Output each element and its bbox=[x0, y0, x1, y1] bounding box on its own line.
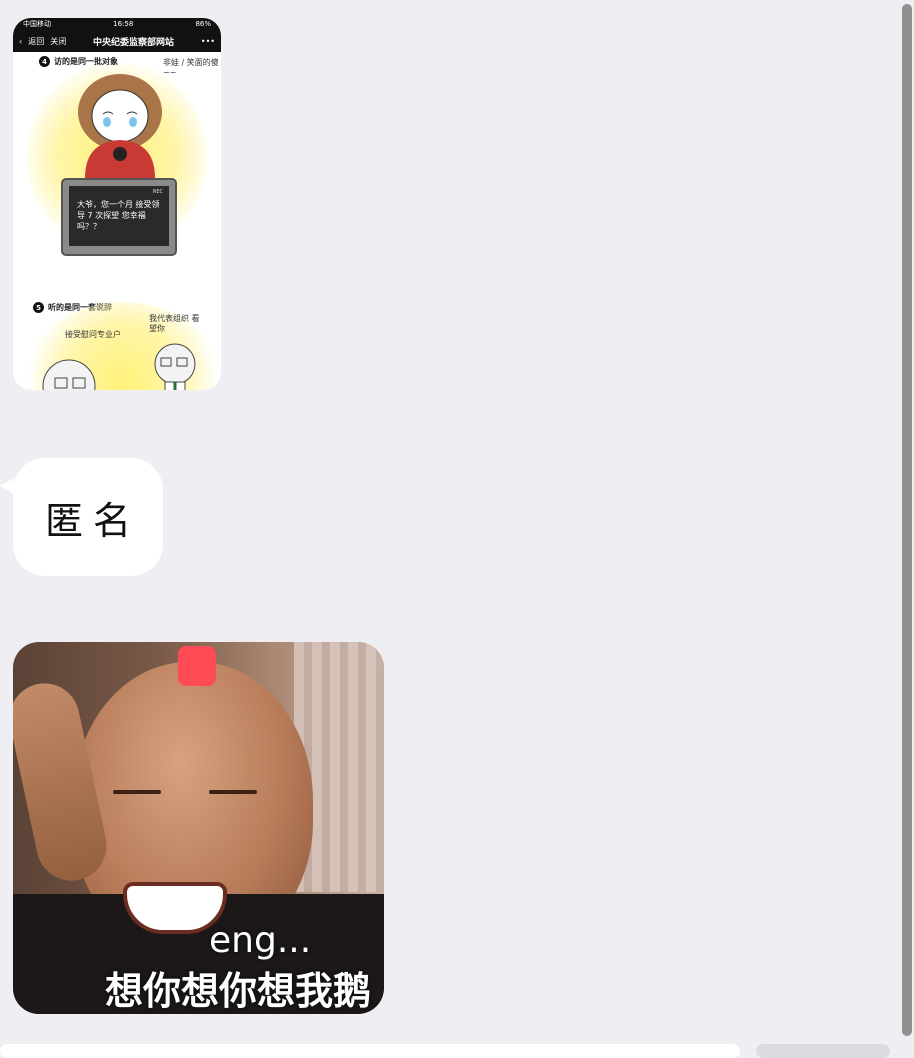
section-4-number: 4 bbox=[39, 56, 50, 67]
section-5-number: 5 bbox=[33, 302, 44, 313]
meme-caption-en: eng... bbox=[209, 920, 312, 961]
meme-eye-right bbox=[209, 790, 257, 794]
tv-caption: 大爷，您一个月 接受领导 7 次探望 您幸福吗？？ bbox=[77, 200, 160, 231]
scrollbar-track[interactable] bbox=[898, 0, 914, 1056]
tv-rec-label: REC bbox=[152, 189, 163, 195]
phone-status-bar: 中国移动 16:58 86% bbox=[13, 18, 221, 30]
phone-comic-body: 4 访的是同一批对象 非娃 / 笑面的傻~~ REC 大爷，您一个月 接受领导 … bbox=[13, 52, 221, 390]
phone-carrier: 中国移动 bbox=[23, 20, 51, 28]
meme-eye-left bbox=[113, 790, 161, 794]
section-5-note-right: 我代表组织 看望你 bbox=[149, 314, 200, 333]
image-message-phone-screenshot[interactable]: 中国移动 16:58 86% ‹ 返回 关闭 中央纪委监察部网站 ••• 4 访… bbox=[13, 18, 221, 390]
scrollbar-thumb[interactable] bbox=[902, 4, 912, 1036]
phone-close-label: 关闭 bbox=[50, 36, 67, 46]
chat-area: 中国移动 16:58 86% ‹ 返回 关闭 中央纪委监察部网站 ••• 4 访… bbox=[0, 0, 898, 1058]
section-4-title: 访的是同一批对象 bbox=[54, 57, 118, 66]
phone-nav-bar: ‹ 返回 关闭 中央纪委监察部网站 ••• bbox=[13, 30, 221, 52]
heart-icon bbox=[178, 646, 216, 686]
comic-tv-screen: REC 大爷，您一个月 接受领导 7 次探望 您幸福吗？？ bbox=[69, 186, 169, 246]
phone-back-label: 返回 bbox=[28, 36, 45, 46]
text-message-bubble[interactable]: 匿名 bbox=[13, 458, 163, 576]
officials-illustration bbox=[42, 343, 196, 390]
section-5-note-left: 接受慰问专业户 bbox=[65, 330, 121, 339]
image-message-meme[interactable]: eng... 想你想你想我鹅 bbox=[13, 642, 384, 1014]
grandma-illustration bbox=[78, 74, 162, 178]
text-message-content: 匿名 bbox=[44, 498, 141, 543]
comic-section-4: 4 访的是同一批对象 bbox=[39, 56, 118, 67]
bubble-tail bbox=[0, 478, 14, 494]
phone-nav-title: 中央纪委监察部网站 bbox=[93, 37, 175, 48]
phone-more-icon: ••• bbox=[200, 36, 215, 46]
phone-time: 16:58 bbox=[113, 20, 134, 28]
phone-back-icon: ‹ bbox=[19, 36, 23, 46]
comic-tv-frame: REC 大爷，您一个月 接受领导 7 次探望 您幸福吗？？ bbox=[61, 178, 177, 256]
phone-battery: 86% bbox=[195, 20, 211, 28]
meme-caption-cn: 想你想你想我鹅 bbox=[105, 969, 372, 1013]
